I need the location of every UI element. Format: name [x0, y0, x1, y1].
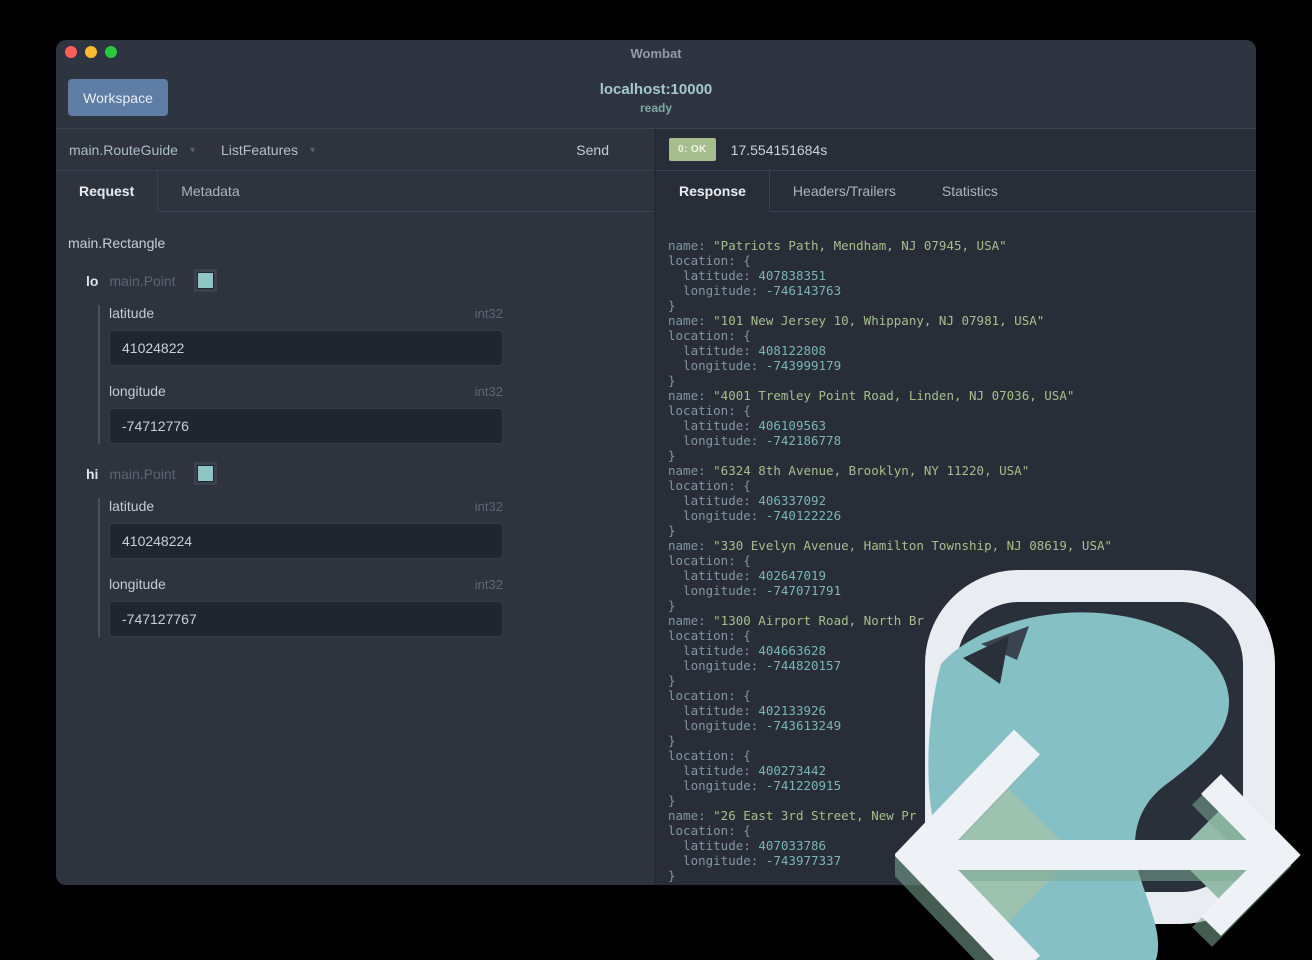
field-label: latitude	[109, 305, 155, 321]
response-line: }	[668, 373, 676, 388]
tab-metadata[interactable]: Metadata	[158, 171, 263, 212]
request-panel: main.RouteGuide ▾ ListFeatures ▾ Send Re…	[56, 129, 656, 885]
status-badge: 0: OK	[669, 138, 716, 161]
connection-status: ready	[639, 101, 673, 115]
method-select[interactable]: ListFeatures	[221, 142, 298, 158]
chevron-down-icon: ▾	[189, 145, 195, 156]
message-enabled-checkbox[interactable]	[196, 465, 214, 482]
response-line: longitude: -743999179	[668, 358, 842, 373]
title-bar: Wombat	[56, 40, 1256, 64]
chevron-down-icon: ▾	[310, 145, 316, 156]
zoom-button[interactable]	[105, 46, 117, 58]
app-header: Workspace localhost:10000 ready	[56, 64, 1256, 129]
elapsed-time: 17.554151684s	[730, 141, 828, 158]
field-latitude: latitude int32	[109, 498, 503, 559]
response-line: latitude: 408122808	[668, 343, 827, 358]
response-line: }	[668, 448, 676, 463]
field-type: int32	[474, 499, 503, 514]
wombat-logo	[895, 570, 1301, 960]
field-type: int32	[474, 577, 503, 592]
response-tabs: Response Headers/Trailers Statistics	[656, 171, 1256, 212]
request-toolbar: main.RouteGuide ▾ ListFeatures ▾ Send	[56, 129, 654, 171]
field-label: longitude	[109, 383, 166, 399]
service-select[interactable]: main.RouteGuide	[69, 142, 178, 158]
group-type: main.Point	[109, 465, 176, 482]
field-label: longitude	[109, 576, 166, 592]
field-label: latitude	[109, 498, 155, 514]
message-enabled-checkbox[interactable]	[196, 272, 214, 289]
response-line: longitude: -740122226	[668, 508, 842, 523]
group-type: main.Point	[109, 272, 176, 289]
response-toolbar: 0: OK 17.554151684s	[656, 129, 1256, 171]
response-line: latitude: 406337092	[668, 493, 827, 508]
field-group-lo: lo main.Point latitude int32 41024822 lo…	[68, 272, 640, 444]
response-line: name: "330 Evelyn Avenue, Hamilton Towns…	[668, 538, 1113, 553]
response-line: }	[668, 298, 676, 313]
latitude-input[interactable]	[109, 330, 503, 366]
field-latitude: latitude int32	[109, 305, 503, 366]
field-type: int32	[474, 384, 503, 399]
response-line: location: {	[668, 328, 751, 343]
tab-headers-trailers[interactable]: Headers/Trailers	[769, 171, 919, 212]
send-button[interactable]: Send	[576, 142, 609, 158]
response-line: latitude: 407838351	[668, 268, 827, 283]
connection-info: localhost:10000 ready	[56, 81, 1256, 115]
response-line: location: {	[668, 253, 751, 268]
server-address: localhost:10000	[599, 81, 713, 98]
longitude-input[interactable]	[109, 601, 503, 637]
request-form: main.Rectangle lo main.Point latitude in…	[56, 212, 654, 885]
response-line: }	[668, 523, 676, 538]
field-group-hi: hi main.Point latitude int32 410248224 l…	[68, 465, 640, 637]
minimize-button[interactable]	[85, 46, 97, 58]
tab-response[interactable]: Response	[656, 171, 770, 212]
tabs-filler	[1020, 171, 1256, 212]
longitude-input[interactable]	[109, 408, 503, 444]
response-line: location: {	[668, 403, 751, 418]
field-longitude: longitude int32	[109, 576, 503, 637]
response-line: name: "101 New Jersey 10, Whippany, NJ 0…	[668, 313, 1045, 328]
group-name: lo	[86, 272, 99, 289]
latitude-input[interactable]	[109, 523, 503, 559]
tabs-filler	[262, 171, 654, 212]
field-type: int32	[474, 306, 503, 321]
field-longitude: longitude int32	[109, 383, 503, 444]
response-line: longitude: -746143763	[668, 283, 842, 298]
request-tabs: Request Metadata	[56, 171, 654, 212]
response-line: longitude: -742186778	[668, 433, 842, 448]
window-title: Wombat	[630, 46, 682, 61]
response-line: latitude: 406109563	[668, 418, 827, 433]
group-name: hi	[86, 465, 99, 482]
close-button[interactable]	[65, 46, 77, 58]
tab-statistics[interactable]: Statistics	[918, 171, 1021, 212]
traffic-lights	[65, 46, 117, 58]
response-line: name: "Patriots Path, Mendham, NJ 07945,…	[668, 238, 1007, 253]
message-type-label: main.Rectangle	[68, 235, 166, 251]
response-line: name: "6324 8th Avenue, Brooklyn, NY 112…	[668, 463, 1030, 478]
response-line: name: "4001 Tremley Point Road, Linden, …	[668, 388, 1075, 403]
tab-request[interactable]: Request	[56, 171, 159, 212]
response-line: location: {	[668, 478, 751, 493]
